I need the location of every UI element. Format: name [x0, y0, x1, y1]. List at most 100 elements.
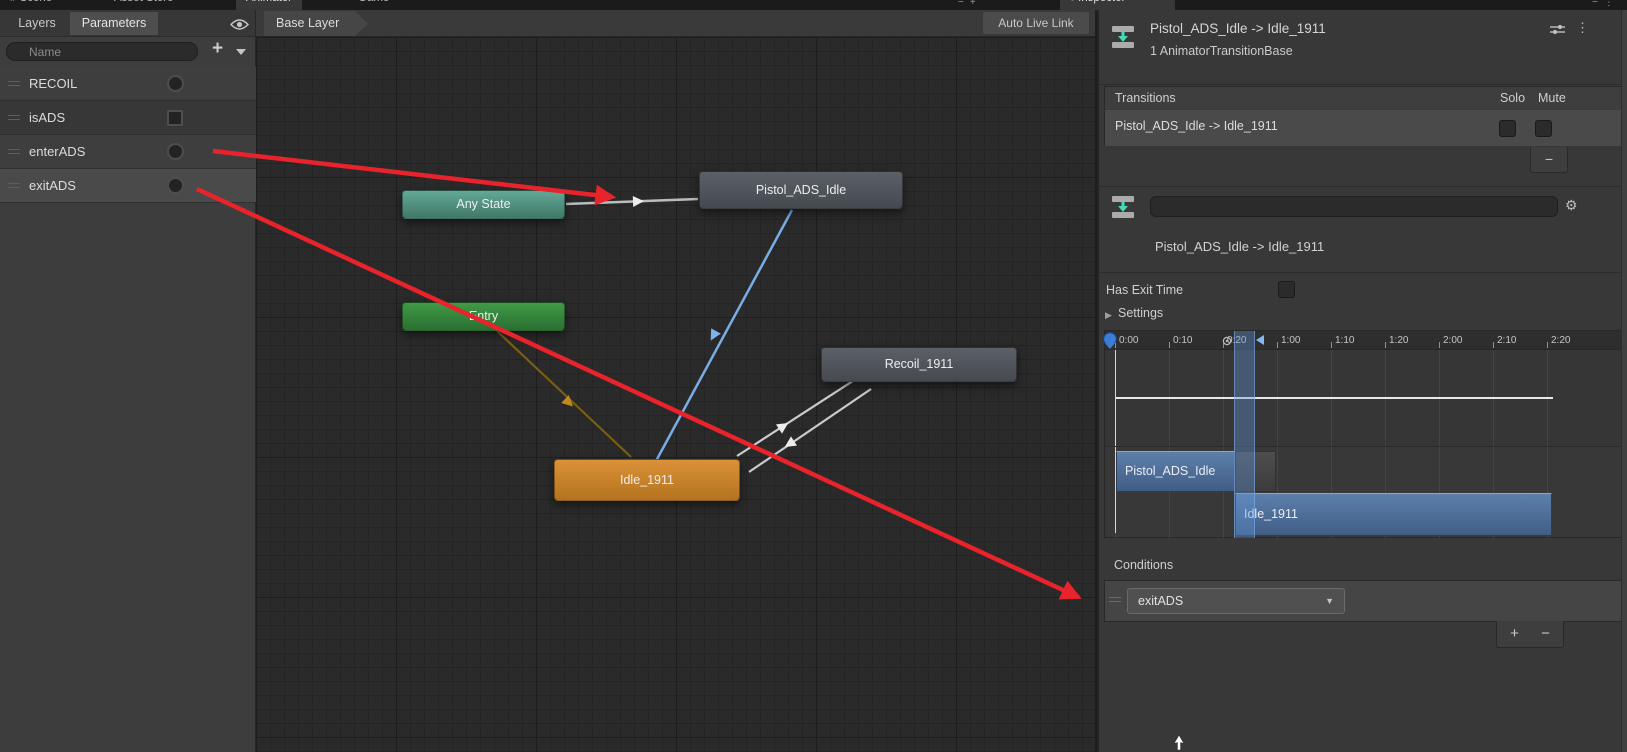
playhead-pin[interactable] [1102, 332, 1118, 353]
foldout-arrow-icon[interactable]: ▶ [1105, 310, 1112, 321]
trigger-radio[interactable] [167, 143, 184, 160]
auto-live-link-button[interactable]: Auto Live Link [983, 12, 1089, 34]
mouse-cursor [1172, 734, 1186, 752]
condition-value: exitADS [1138, 594, 1184, 608]
state-node-entry[interactable]: Entry [402, 302, 565, 331]
tab-parameters[interactable]: Parameters [70, 12, 158, 35]
inspector-panel: Pistol_ADS_Idle -> Idle_1911 1 AnimatorT… [1097, 10, 1627, 752]
unity-editor-window: # Scene Asset Store Animator Game −+ ● I… [0, 0, 1627, 752]
tab-animator[interactable]: Animator [236, 0, 303, 10]
transition-row-label: Pistol_ADS_Idle -> Idle_1911 [1115, 119, 1278, 133]
transitions-header: Transitions [1115, 91, 1176, 105]
animator-graph-canvas[interactable] [256, 37, 1095, 752]
trigger-radio[interactable] [167, 75, 184, 92]
kebab-icon: ⋮ [1603, 0, 1620, 8]
plus-icon: + [212, 38, 224, 59]
state-node-pistol-ads-idle[interactable]: Pistol_ADS_Idle [699, 171, 903, 209]
parameter-row-exitads[interactable]: exitADS [0, 169, 256, 203]
transitions-list-box: Transitions Solo Mute Pistol_ADS_Idle ->… [1104, 86, 1623, 146]
inspector-scrollbar[interactable] [1621, 10, 1627, 752]
tab-game[interactable]: Game [348, 0, 399, 10]
search-input[interactable] [6, 42, 198, 61]
drag-handle-icon[interactable] [8, 149, 20, 154]
inspector-subtitle: 1 AnimatorTransitionBase [1150, 44, 1293, 58]
tab-asset-store[interactable]: Asset Store [104, 0, 183, 10]
ruler-tick: 0:00 [1114, 335, 1139, 348]
condition-add-remove-buttons: + − [1496, 621, 1564, 648]
presets-icon[interactable] [1550, 23, 1565, 39]
tab-layers[interactable]: Layers [8, 12, 66, 35]
gear-icon[interactable]: ⚙ [1565, 197, 1578, 214]
side-panel-tabbar: Layers Parameters [0, 10, 255, 37]
has-exit-time-label: Has Exit Time [1106, 283, 1184, 297]
transition-curve-line[interactable] [1115, 397, 1553, 399]
parameter-name: enterADS [29, 144, 86, 159]
parameter-name: exitADS [29, 178, 76, 193]
inspector-pane-corner-icons[interactable]: −⋮ [1592, 0, 1620, 8]
bool-checkbox[interactable] [167, 110, 183, 126]
parameter-row-isads[interactable]: isADS [0, 101, 256, 135]
timeline-block-source[interactable]: Pistol_ADS_Idle [1116, 451, 1235, 492]
drag-handle-icon[interactable] [8, 115, 20, 120]
transition-full-label: Pistol_ADS_Idle -> Idle_1911 [1155, 239, 1325, 254]
animator-transition-icon [1110, 24, 1136, 50]
animator-side-panel: Layers Parameters + RECOIL isADS [0, 10, 256, 752]
kebab-menu-icon[interactable]: ⋮ [1576, 20, 1589, 36]
transition-end-handle[interactable] [1256, 335, 1264, 345]
ruler-tick: 1:20 [1384, 335, 1409, 348]
plus-icon: + [969, 0, 982, 8]
parameter-row-enterads[interactable]: enterADS [0, 135, 256, 169]
transition-list-row[interactable]: Pistol_ADS_Idle -> Idle_1911 [1105, 109, 1622, 146]
parameter-search-row: + [0, 37, 255, 67]
timeline-ruler[interactable]: 0:00 0:10 0:20 1:00 1:10 1:20 2:00 2:10 … [1102, 331, 1622, 353]
top-tab-strip: # Scene Asset Store Animator Game −+ ● I… [0, 0, 1627, 10]
ruler-tick: 2:00 [1438, 335, 1463, 348]
ruler-tick: 1:10 [1330, 335, 1355, 348]
eye-icon[interactable] [230, 18, 249, 34]
timeline-zero-line [1115, 350, 1116, 533]
solo-column-header: Solo [1500, 91, 1526, 105]
chevron-down-icon: ▼ [1325, 596, 1334, 606]
ruler-tick: 2:10 [1492, 335, 1517, 348]
add-condition-button[interactable]: + [1501, 625, 1528, 642]
solo-checkbox[interactable] [1499, 120, 1516, 137]
remove-condition-button[interactable]: − [1532, 625, 1559, 642]
inspector-title: Pistol_ADS_Idle -> Idle_1911 [1150, 21, 1326, 36]
drag-handle-icon[interactable] [8, 81, 20, 86]
drag-handle-icon[interactable] [8, 183, 20, 188]
has-exit-time-checkbox[interactable] [1278, 281, 1295, 298]
conditions-header: Conditions [1114, 558, 1174, 572]
tab-inspector[interactable]: ● Inspector [1060, 0, 1175, 10]
mute-checkbox[interactable] [1535, 120, 1552, 137]
transition-name-field[interactable] [1150, 196, 1558, 217]
timeline-block-destination[interactable]: Idle_1911 [1235, 493, 1552, 536]
remove-transition-button[interactable]: − [1530, 147, 1568, 173]
parameter-row-recoil[interactable]: RECOIL [0, 67, 256, 101]
settings-foldout-label[interactable]: Settings [1118, 306, 1163, 320]
ruler-tick: 1:00 [1276, 335, 1301, 348]
trigger-radio[interactable] [167, 177, 184, 194]
transition-start-handle-icon[interactable] [1222, 335, 1232, 349]
state-node-recoil-1911[interactable]: Recoil_1911 [821, 347, 1017, 382]
add-parameter-button[interactable]: + [208, 38, 250, 64]
parameter-name: isADS [29, 110, 66, 125]
graph-toolbar: Base Layer Auto Live Link [256, 10, 1095, 37]
ruler-tick: 2:20 [1546, 335, 1571, 348]
transition-duration-band[interactable] [1234, 331, 1255, 538]
condition-parameter-dropdown[interactable]: exitADS ▼ [1127, 588, 1345, 614]
parameter-name: RECOIL [29, 76, 78, 91]
mute-column-header: Mute [1538, 91, 1566, 105]
transition-timeline[interactable]: 0:00 0:10 0:20 1:00 1:10 1:20 2:00 2:10 … [1102, 330, 1623, 538]
state-node-idle-1911[interactable]: Idle_1911 [554, 459, 740, 501]
ruler-tick: 0:10 [1168, 335, 1193, 348]
state-node-any-state[interactable]: Any State [402, 190, 565, 219]
minus-icon: − [1592, 0, 1604, 8]
animator-pane-corner-icons[interactable]: −+ [958, 0, 982, 8]
breadcrumb[interactable]: Base Layer [264, 11, 368, 36]
animator-transition-icon [1110, 194, 1136, 220]
conditions-list-box: exitADS ▼ [1104, 580, 1623, 622]
inspector-tab-dot-icon: ● [1070, 0, 1075, 3]
chevron-down-icon [236, 49, 246, 55]
drag-handle-icon[interactable] [1109, 597, 1121, 602]
tab-scene[interactable]: # Scene [0, 0, 62, 10]
